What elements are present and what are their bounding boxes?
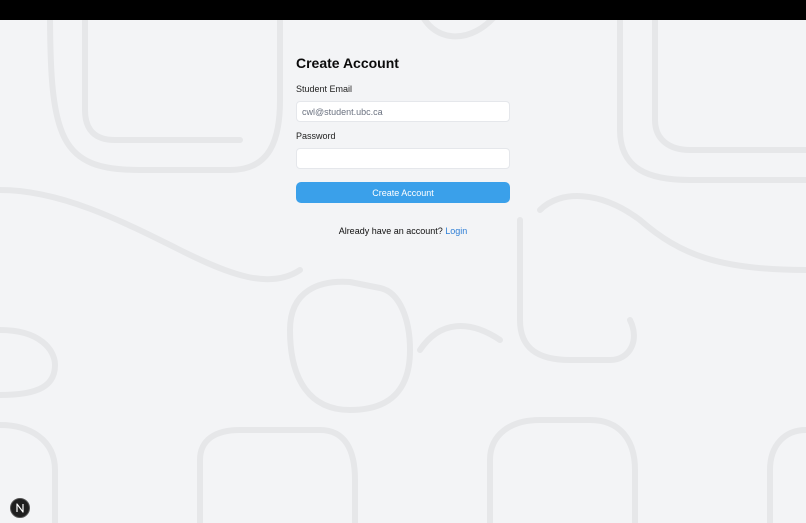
top-bar	[0, 0, 806, 20]
create-account-form: Create Account Student Email Password Cr…	[296, 54, 510, 237]
password-field[interactable]	[296, 148, 510, 169]
dev-tools-badge[interactable]	[10, 498, 30, 518]
page-title: Create Account	[296, 55, 399, 71]
login-link[interactable]: Login	[445, 226, 467, 236]
login-prompt-text: Already have an account?	[338, 226, 443, 236]
password-label: Password	[296, 131, 336, 141]
email-label: Student Email	[296, 84, 353, 94]
create-account-button[interactable]: Create Account	[296, 182, 510, 203]
login-prompt: Already have an account? Login	[296, 225, 510, 237]
email-field[interactable]	[296, 101, 510, 122]
nextjs-n-icon	[16, 503, 24, 513]
